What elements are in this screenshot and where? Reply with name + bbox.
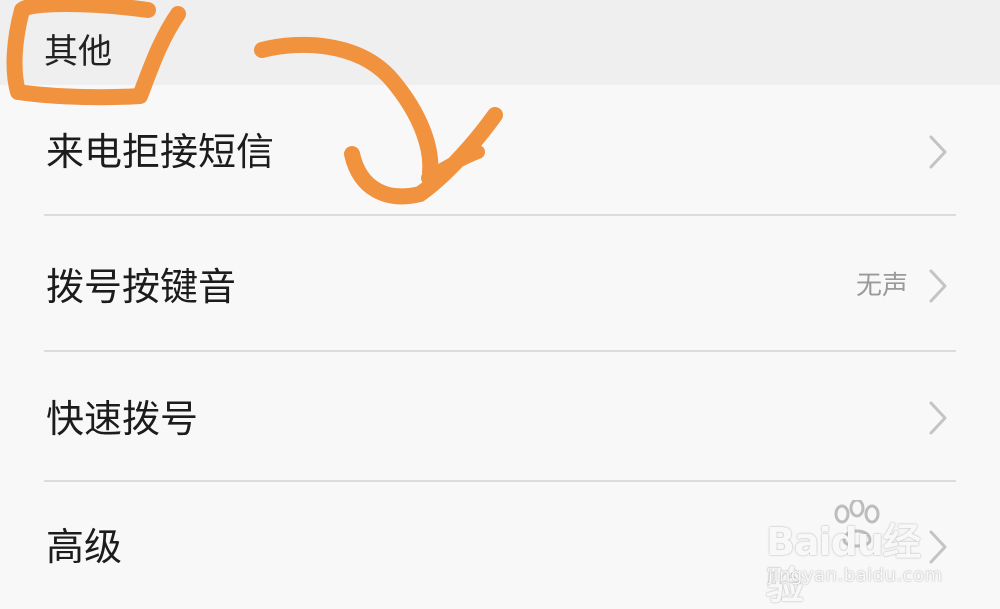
row-dial-key-tone[interactable]: 拨号按键音 无声 bbox=[0, 216, 1000, 351]
row-label: 快速拨号 bbox=[46, 397, 199, 441]
row-speed-dial[interactable]: 快速拨号 bbox=[0, 352, 1000, 481]
row-call-reject-sms[interactable]: 来电拒接短信 bbox=[0, 85, 1000, 216]
row-value: 无声 bbox=[855, 271, 908, 301]
chevron-right-icon bbox=[929, 135, 947, 169]
row-label: 拨号按键音 bbox=[46, 265, 237, 309]
watermark-url: jingyan.baidu.com bbox=[768, 565, 943, 586]
section-header: 其他 bbox=[0, 0, 1000, 85]
row-label: 高级 bbox=[46, 525, 123, 569]
chevron-right-icon bbox=[929, 401, 947, 435]
chevron-right-icon bbox=[929, 269, 947, 303]
row-label: 来电拒接短信 bbox=[46, 130, 275, 174]
watermark: Baidu经验 jingyan.baidu.com bbox=[766, 500, 946, 608]
section-title: 其他 bbox=[44, 32, 112, 72]
